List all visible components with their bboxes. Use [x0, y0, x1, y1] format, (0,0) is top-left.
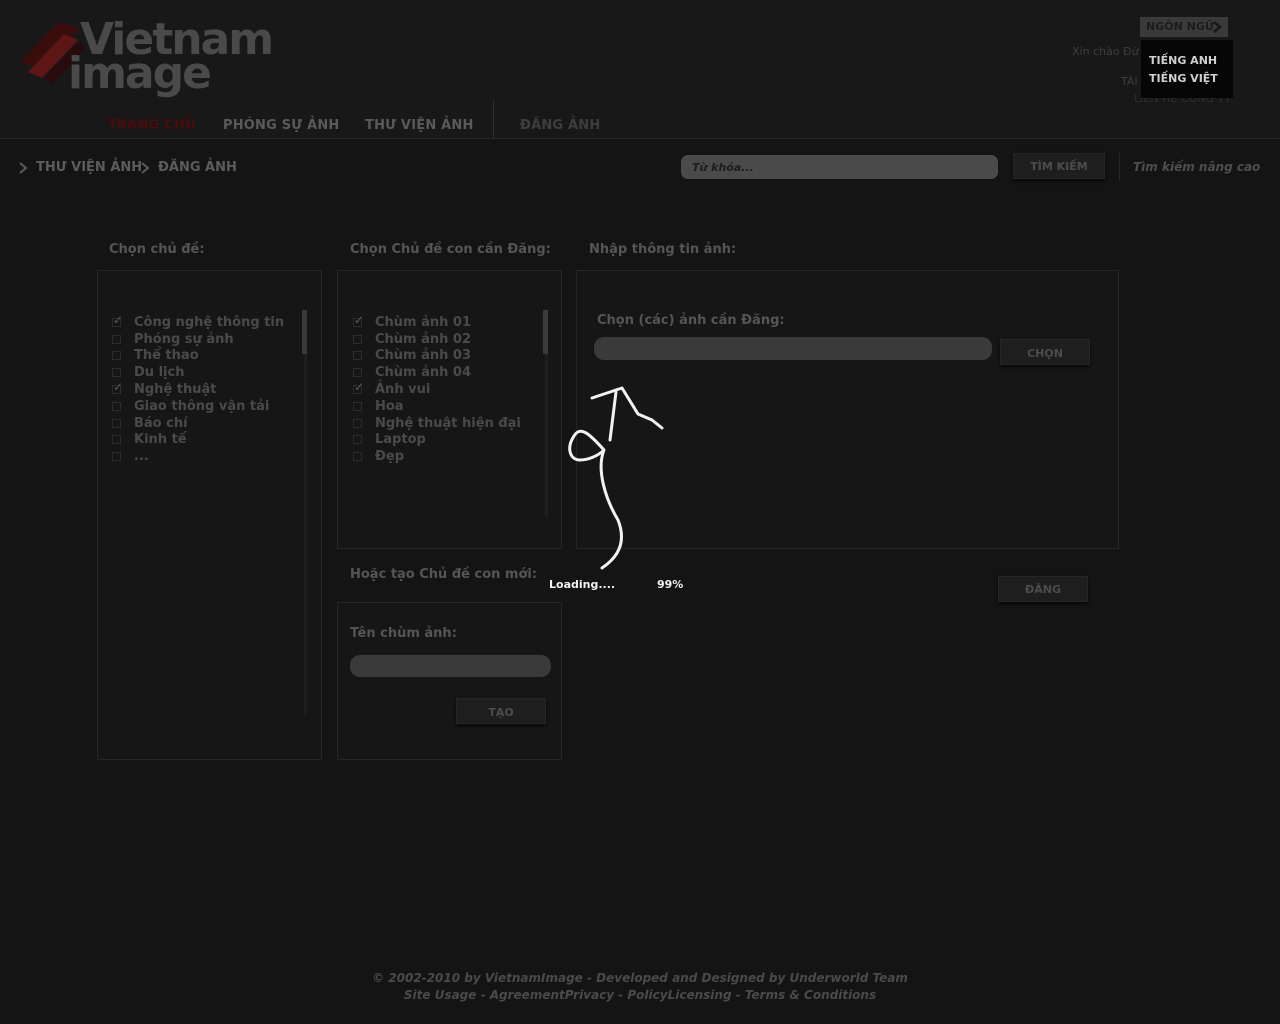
topic-label: Du lịch [134, 365, 185, 381]
subtopic-item[interactable]: Ảnh vui [353, 380, 533, 398]
subtopic-label: Nghệ thuật hiện đại [375, 415, 521, 431]
topic-item[interactable]: Công nghệ thông tin [112, 313, 292, 331]
subtopic-item[interactable]: Chùm ảnh 02 [353, 331, 533, 348]
topic-label: Công nghệ thông tin [134, 314, 285, 330]
topic-label: Giao thông vận tải [134, 398, 270, 414]
topics-scrollbar[interactable] [304, 310, 307, 715]
subtopic-checkbox[interactable] [353, 418, 362, 428]
subtopic-checkbox[interactable] [353, 380, 364, 395]
subtopic-checkbox[interactable] [353, 368, 362, 378]
topic-label: ... [134, 449, 149, 465]
greeting-text: Xin chào Đứ [1072, 45, 1139, 58]
subtopic-item[interactable]: Đẹp [353, 448, 533, 465]
topics-title: Chọn chủ đề: [109, 242, 205, 257]
subtopic-checkbox[interactable] [353, 351, 362, 361]
subtopic-item[interactable]: Laptop [353, 432, 533, 449]
topic-checkbox[interactable] [112, 334, 121, 344]
topics-scroll-thumb[interactable] [302, 310, 307, 354]
subtopic-label: Chùm ảnh 01 [375, 314, 472, 330]
language-menu: TIẾNG ANH TIẾNG VIỆT [1141, 40, 1233, 98]
chevron-right-icon [141, 162, 150, 174]
search-input[interactable] [681, 155, 998, 179]
breadcrumb-library[interactable]: THƯ VIỆN ẢNH [36, 160, 142, 175]
language-label: NGÔN NGỮ [1146, 20, 1215, 33]
subtopic-label: Laptop [375, 432, 426, 448]
topic-label: Kinh tế [134, 432, 187, 448]
topic-item[interactable]: Nghệ thuật [112, 380, 292, 398]
subtopics-scroll-thumb[interactable] [543, 310, 548, 354]
topic-checkbox[interactable] [112, 452, 121, 462]
topic-label: Thể thao [134, 348, 199, 364]
subtopic-label: Chùm ảnh 04 [375, 365, 472, 381]
nav-photo-library[interactable]: THƯ VIỆN ẢNH [365, 118, 474, 133]
subtopic-checkbox[interactable] [353, 313, 364, 327]
chevron-right-icon [19, 162, 28, 174]
topic-checkbox[interactable] [112, 368, 121, 378]
album-name-label: Tên chùm ảnh: [350, 626, 457, 641]
topic-checkbox[interactable] [112, 351, 121, 361]
choose-button[interactable]: CHỌN [1000, 339, 1090, 365]
nav-divider [493, 100, 494, 138]
topic-label: Báo chí [134, 415, 188, 431]
language-option-english[interactable]: TIẾNG ANH [1149, 52, 1225, 70]
search-divider [1119, 153, 1120, 181]
loading-percent: 99% [657, 578, 684, 591]
account-link[interactable]: TÀI [1121, 75, 1138, 88]
footer: © 2002-2010 by VietnamImage - Developed … [0, 970, 1280, 1004]
subtopics-title: Chọn Chủ đề con cần Đăng: [350, 242, 551, 257]
subtopic-label: Chùm ảnh 02 [375, 331, 472, 347]
subtopic-label: Ảnh vui [375, 382, 431, 398]
subtopic-label: Hoa [375, 398, 404, 414]
loading-text: Loading.... [549, 578, 616, 591]
topics-list: Công nghệ thông tinPhóng sự ảnhThể thaoD… [112, 313, 292, 465]
topic-checkbox[interactable] [112, 401, 121, 411]
topic-item[interactable]: Thể thao [112, 348, 292, 365]
language-button[interactable]: NGÔN NGỮ [1140, 17, 1228, 37]
nav-photo-reports[interactable]: PHÓNG SỰ ẢNH [223, 118, 340, 133]
topic-label: Nghệ thuật [134, 382, 217, 398]
topic-item[interactable]: Kinh tế [112, 432, 292, 449]
subtopic-label: Chùm ảnh 03 [375, 348, 472, 364]
logo[interactable]: Vietnam image [14, 14, 274, 99]
loading-signature-icon [568, 386, 664, 570]
topic-label: Phóng sự ảnh [134, 331, 234, 347]
topic-checkbox[interactable] [112, 435, 121, 445]
subtopic-item[interactable]: Hoa [353, 398, 533, 415]
choose-images-field[interactable] [594, 337, 992, 360]
logo-line2: image [68, 48, 212, 99]
album-name-field[interactable] [350, 655, 551, 677]
topic-checkbox[interactable] [112, 313, 123, 327]
topic-item[interactable]: Giao thông vận tải [112, 398, 292, 415]
search-button[interactable]: TÌM KIẾM [1013, 153, 1105, 179]
advanced-search-link[interactable]: Tìm kiếm nâng cao [1133, 160, 1260, 174]
post-button[interactable]: ĐĂNG [998, 576, 1088, 602]
topic-item[interactable]: Phóng sự ảnh [112, 331, 292, 348]
topic-item[interactable]: ... [112, 448, 292, 465]
subtopic-checkbox[interactable] [353, 452, 362, 462]
nav-home[interactable]: TRANG CHỦ [108, 118, 196, 133]
choose-images-label: Chọn (các) ảnh cần Đăng: [597, 313, 785, 328]
subtopic-checkbox[interactable] [353, 435, 362, 445]
subtopic-item[interactable]: Nghệ thuật hiện đại [353, 415, 533, 432]
language-option-vietnamese[interactable]: TIẾNG VIỆT [1149, 70, 1225, 88]
chevron-right-icon [1213, 20, 1223, 34]
topic-checkbox[interactable] [112, 380, 123, 395]
topic-checkbox[interactable] [112, 418, 121, 428]
new-subtopic-title: Hoặc tạo Chủ đề con mới: [350, 567, 538, 582]
image-info-title: Nhập thông tin ảnh: [589, 242, 737, 257]
subtopic-label: Đẹp [375, 449, 405, 465]
subtopic-checkbox[interactable] [353, 334, 362, 344]
subtopic-item[interactable]: Chùm ảnh 01 [353, 313, 533, 331]
nav-post-photo[interactable]: ĐĂNG ẢNH [520, 118, 600, 133]
breadcrumb-post-photo[interactable]: ĐĂNG ẢNH [158, 160, 237, 175]
subtopic-item[interactable]: Chùm ảnh 04 [353, 364, 533, 381]
subtopic-item[interactable]: Chùm ảnh 03 [353, 348, 533, 365]
subtopics-list: Chùm ảnh 01Chùm ảnh 02Chùm ảnh 03Chùm ản… [353, 313, 533, 465]
footer-links[interactable]: Site Usage - AgreementPrivacy - PolicyLi… [0, 987, 1280, 1004]
create-button[interactable]: TẠO [456, 698, 546, 724]
subtopic-checkbox[interactable] [353, 401, 362, 411]
topic-item[interactable]: Du lịch [112, 364, 292, 381]
footer-copyright: © 2002-2010 by VietnamImage - Developed … [372, 971, 908, 985]
topic-item[interactable]: Báo chí [112, 415, 292, 432]
